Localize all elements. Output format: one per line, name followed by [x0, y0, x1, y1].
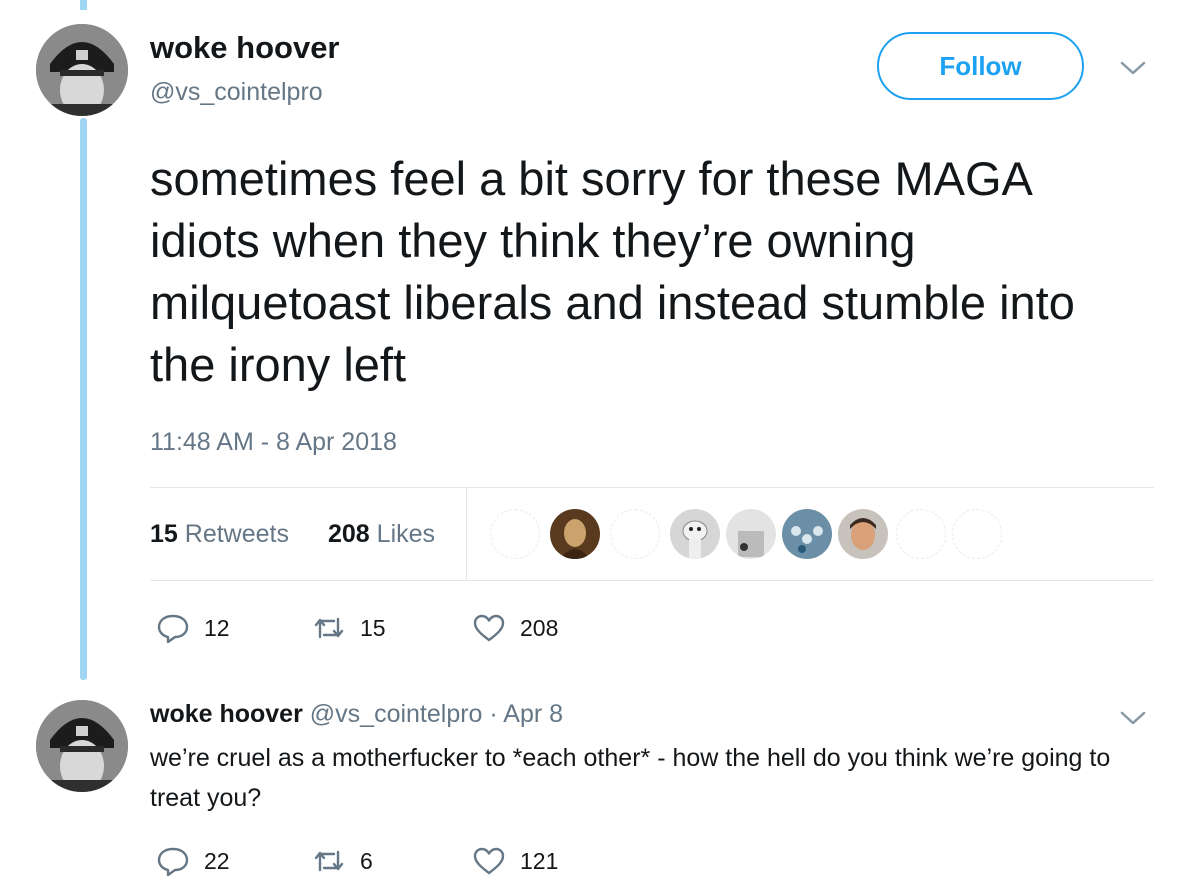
retweets-count: 15	[150, 520, 178, 548]
tweet-text: sometimes feel a bit sorry for these MAG…	[150, 152, 1075, 391]
retweet-action[interactable]: 6	[312, 846, 373, 876]
display-name[interactable]: woke hoover	[150, 700, 303, 728]
heart-icon	[472, 846, 506, 876]
liker-avatar[interactable]	[726, 509, 776, 559]
likes-count: 208	[328, 520, 370, 548]
like-action[interactable]: 208	[472, 613, 558, 643]
divider	[150, 487, 1154, 488]
liker-avatar[interactable]	[550, 509, 600, 559]
retweet-count: 6	[360, 847, 373, 874]
follow-button[interactable]: Follow	[877, 32, 1084, 100]
retweets-stat[interactable]: 15 Retweets	[150, 520, 289, 549]
likes-stat[interactable]: 208 Likes	[328, 520, 435, 549]
reply-text: we’re cruel as a motherfucker to *each o…	[150, 744, 1111, 812]
chevron-down-icon[interactable]	[1118, 708, 1148, 728]
liker-avatar[interactable]	[490, 509, 540, 559]
likes-label: Likes	[376, 520, 436, 548]
display-name[interactable]: woke hoover	[150, 30, 340, 66]
avatar[interactable]	[36, 700, 128, 792]
thread-connector	[80, 118, 87, 680]
user-handle[interactable]: @vs_cointelpro	[150, 78, 323, 107]
retweet-count: 15	[360, 614, 386, 641]
reply-icon	[156, 846, 190, 876]
heart-icon	[472, 613, 506, 643]
liker-avatar[interactable]	[610, 509, 660, 559]
divider	[466, 487, 467, 581]
tweet-thread: woke hoover @vs_cointelpro Follow someti…	[0, 0, 1179, 883]
retweets-label: Retweets	[184, 520, 289, 548]
liker-avatar[interactable]	[896, 509, 946, 559]
reply-count: 12	[204, 614, 230, 641]
liker-avatar[interactable]	[782, 509, 832, 559]
divider	[150, 580, 1154, 581]
retweet-icon	[312, 613, 346, 643]
thread-connector	[80, 0, 87, 10]
like-action[interactable]: 121	[472, 846, 558, 876]
retweet-icon	[312, 846, 346, 876]
reply-action[interactable]: 22	[156, 846, 230, 876]
like-count: 208	[520, 614, 559, 641]
liker-avatar[interactable]	[670, 509, 720, 559]
reply-action[interactable]: 12	[156, 613, 230, 643]
liker-avatar[interactable]	[952, 509, 1002, 559]
retweet-action[interactable]: 15	[312, 613, 386, 643]
reply-header: woke hoover @vs_cointelpro · Apr 8	[150, 700, 563, 729]
reply-icon	[156, 613, 190, 643]
chevron-down-icon[interactable]	[1118, 58, 1148, 78]
tweet-timestamp[interactable]: 11:48 AM - 8 Apr 2018	[150, 428, 397, 457]
liker-avatar[interactable]	[838, 509, 888, 559]
like-count: 121	[520, 847, 559, 874]
reply-count: 22	[204, 847, 230, 874]
reply-meta[interactable]: @vs_cointelpro · Apr 8	[310, 700, 563, 728]
avatar[interactable]	[36, 24, 128, 116]
